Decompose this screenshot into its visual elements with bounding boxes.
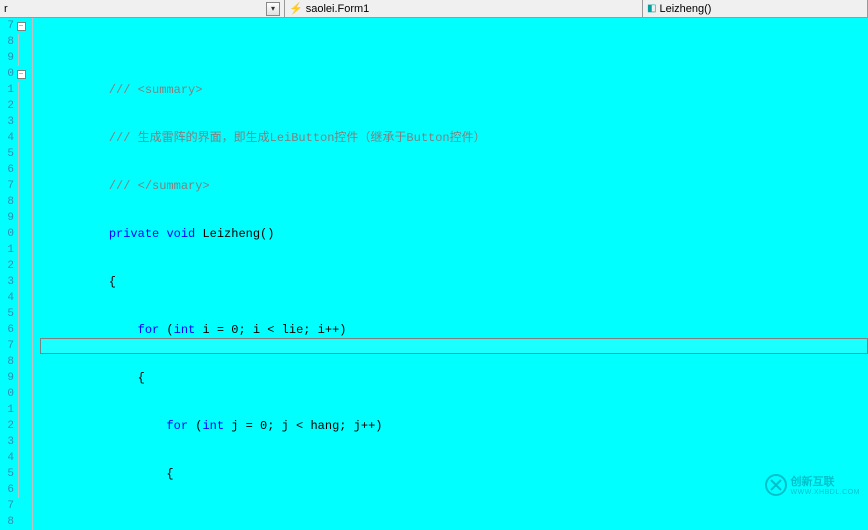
class-icon: ⚡ (289, 2, 303, 16)
code-content[interactable]: /// <summary> /// 生成雷阵的界面，即生成LeiButton控件… (40, 18, 868, 514)
class-dropdown[interactable]: ⚡ saolei.Form1 (285, 0, 643, 17)
member-label: Leizheng() (659, 3, 711, 15)
line-number-gutter: 7890 1234 5678 9012 3456 7890 1234 5678 (0, 18, 14, 514)
outline-column (28, 18, 40, 514)
top-navigation-bar: r ▾ ⚡ saolei.Form1 ◧ Leizheng() (0, 0, 868, 18)
fold-gutter: − − (14, 18, 28, 514)
class-label: saolei.Form1 (306, 3, 370, 15)
scope-dropdown[interactable]: r ▾ (0, 0, 285, 17)
fold-collapse-icon[interactable]: − (17, 22, 26, 31)
code-editor[interactable]: 7890 1234 5678 9012 3456 7890 1234 5678 … (0, 18, 868, 514)
fold-collapse-icon[interactable]: − (17, 70, 26, 79)
chevron-down-icon[interactable]: ▾ (266, 2, 280, 16)
method-icon: ◧ (647, 3, 656, 15)
current-line-highlight (40, 338, 868, 354)
scope-label: r (4, 3, 8, 15)
member-dropdown[interactable]: ◧ Leizheng() (643, 0, 868, 17)
